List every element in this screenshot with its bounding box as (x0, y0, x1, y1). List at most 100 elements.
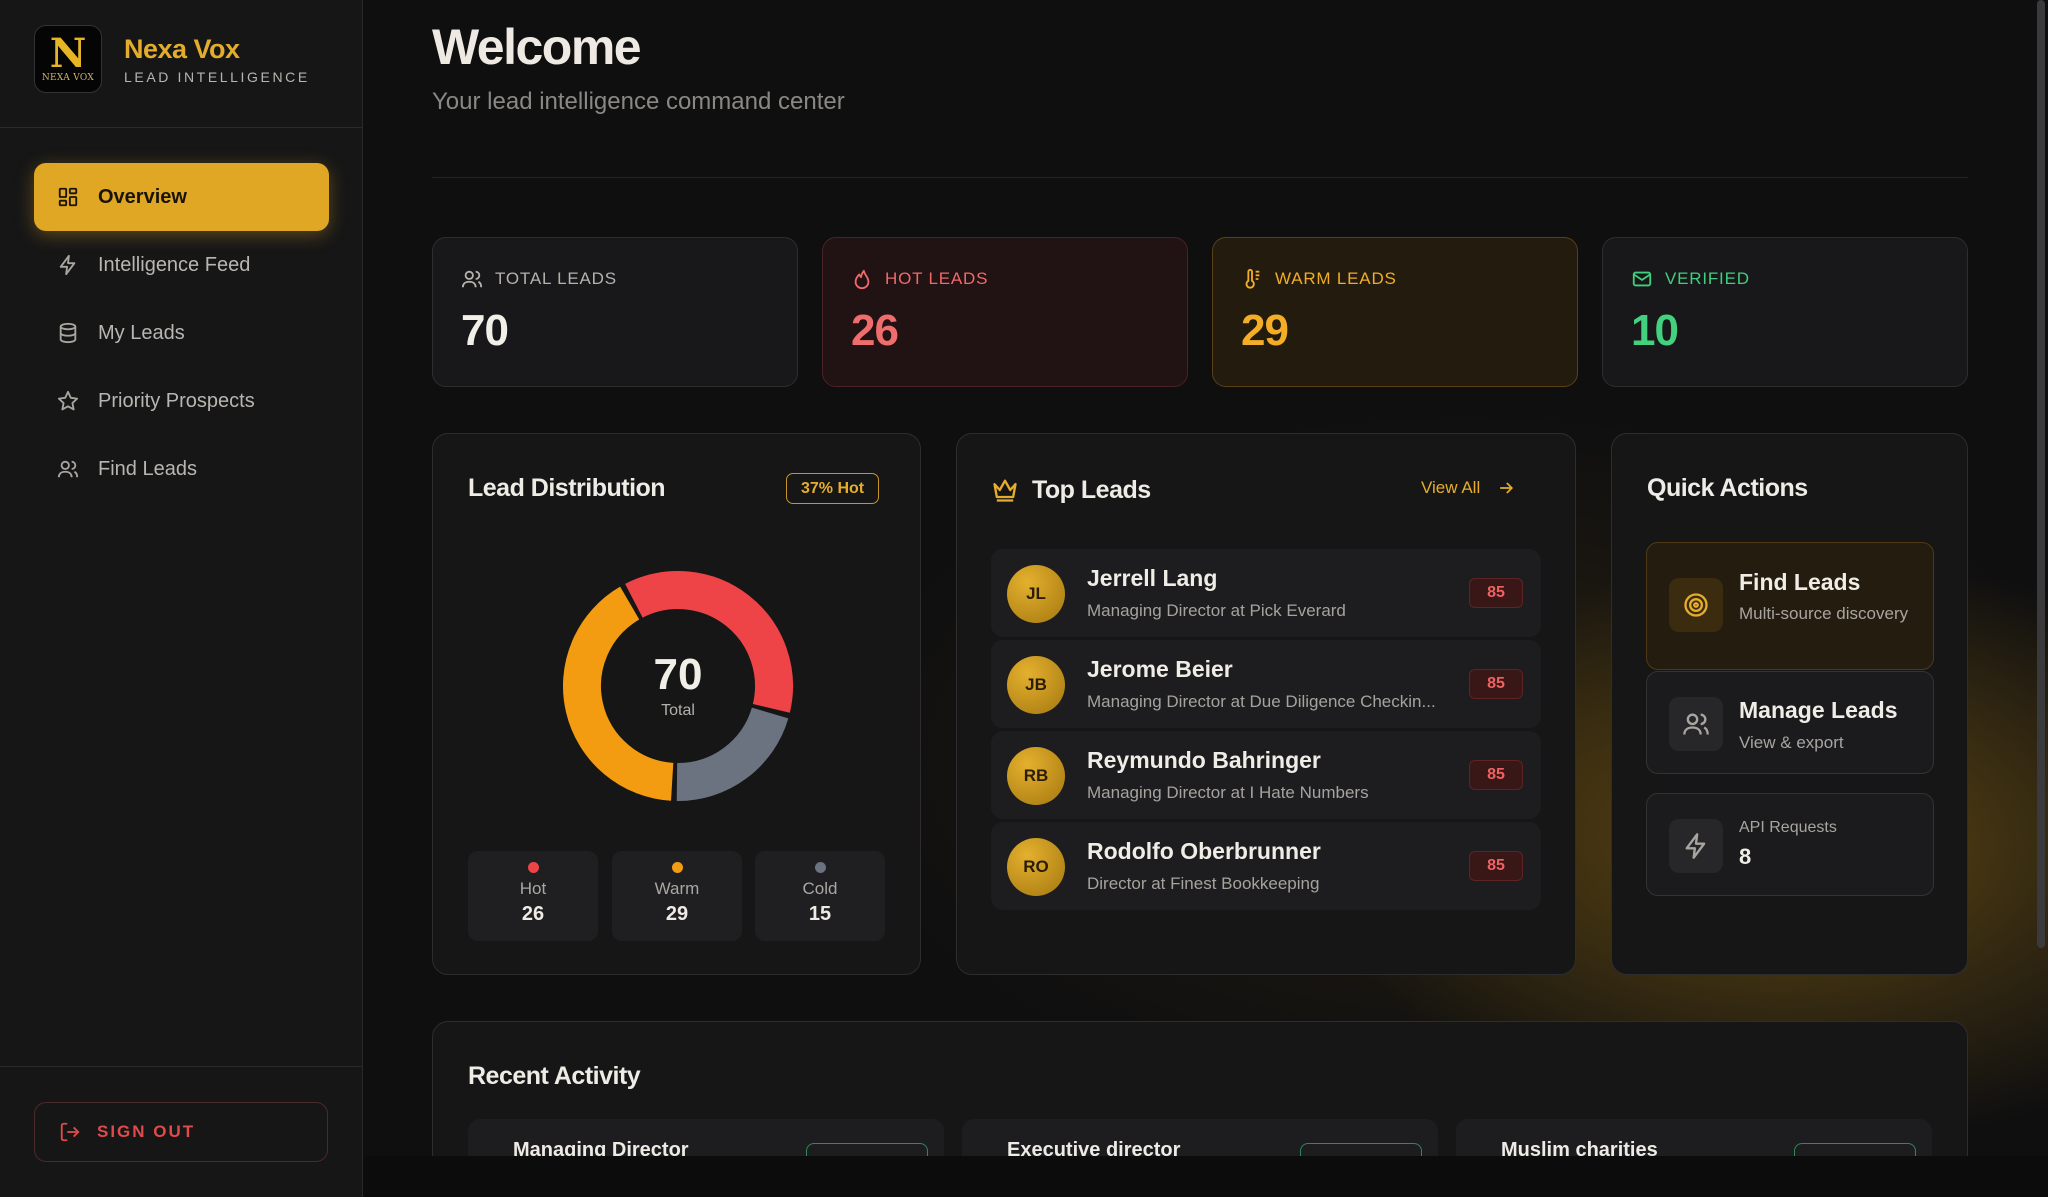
avatar: JB (1007, 656, 1065, 714)
sidebar: N NEXA VOX Nexa Vox LEAD INTELLIGENCE Ov… (0, 0, 363, 1197)
brand-subtitle: LEAD INTELLIGENCE (124, 68, 310, 85)
view-all-label: View All (1421, 478, 1481, 497)
action-title: Manage Leads (1739, 697, 1898, 723)
sidebar-item-label: Find Leads (98, 457, 197, 480)
lead-row[interactable]: RB Reymundo Bahringer Managing Director … (991, 731, 1541, 819)
users-icon (461, 270, 483, 288)
users-icon (56, 457, 80, 481)
find-leads-action[interactable]: Find Leads Multi-source discovery (1646, 542, 1934, 670)
card-title: Lead Distribution (468, 474, 666, 502)
avatar: RB (1007, 747, 1065, 805)
manage-leads-action[interactable]: Manage Leads View & export (1646, 671, 1934, 774)
stat-card-hot-leads: HOT LEADS 26 (822, 237, 1188, 387)
logout-icon (60, 1122, 80, 1142)
logo-small-text: NEXA VOX (41, 73, 95, 83)
flame-icon (854, 269, 870, 290)
legend-value: 15 (808, 903, 832, 925)
donut-total-label: Total (661, 702, 695, 719)
donut-center: 70 Total (558, 650, 798, 720)
stat-label: HOT LEADS (885, 269, 989, 288)
main-divider (432, 177, 1968, 178)
stat-label: WARM LEADS (1275, 269, 1397, 288)
quick-actions-card: Quick Actions Find Leads Multi-source di… (1611, 433, 1968, 975)
stat-label: VERIFIED (1665, 269, 1750, 288)
stat-value: 10 (1631, 306, 1679, 355)
hot-percentage-badge: 37% Hot (786, 473, 880, 504)
top-leads-card: Top Leads View All JL Jerrell Lang Manag… (956, 433, 1576, 975)
lead-distribution-card: Lead Distribution 37% Hot 70 Total Hot 2… (432, 433, 921, 975)
sidebar-nav: Overview Intelligence Feed My Leads Prio… (34, 163, 329, 503)
grid-icon (56, 185, 80, 209)
brand-name: Nexa Vox (124, 33, 240, 64)
lead-role: Managing Director at Pick Everard (1087, 601, 1346, 620)
stat-card-warm-leads: WARM LEADS 29 (1212, 237, 1578, 387)
lead-row[interactable]: JL Jerrell Lang Managing Director at Pic… (991, 549, 1541, 637)
brand[interactable]: N NEXA VOX Nexa Vox LEAD INTELLIGENCE (34, 25, 310, 93)
page-title: Welcome (432, 19, 642, 75)
legend-value: 29 (665, 903, 689, 925)
card-title: Quick Actions (1647, 474, 1808, 502)
lead-name: Jerrell Lang (1087, 565, 1218, 591)
sign-out-button[interactable]: SIGN OUT (34, 1102, 328, 1162)
sidebar-item-label: Intelligence Feed (98, 253, 251, 276)
sidebar-divider (0, 127, 363, 128)
legend-hot: Hot 26 (468, 851, 598, 941)
sidebar-item-label: My Leads (98, 321, 185, 344)
lead-row[interactable]: JB Jerome Beier Managing Director at Due… (991, 640, 1541, 728)
sidebar-item-label: Overview (98, 185, 187, 208)
legend-cold: Cold 15 (755, 851, 885, 941)
legend-dot (814, 862, 826, 873)
legend-dot (527, 862, 539, 873)
lead-name: Jerome Beier (1087, 656, 1233, 682)
stat-card-total-leads: TOTAL LEADS 70 (432, 237, 798, 387)
sidebar-item-priority-prospects[interactable]: Priority Prospects (34, 367, 329, 435)
target-icon (1669, 578, 1723, 632)
api-requests-value: 8 (1739, 844, 1752, 869)
legend-warm: Warm 29 (612, 851, 742, 941)
sidebar-item-find-leads[interactable]: Find Leads (34, 435, 329, 503)
users-icon (1669, 697, 1723, 751)
card-title: Top Leads (1032, 476, 1151, 504)
brand-logo: N NEXA VOX (34, 25, 102, 93)
thermometer-icon (1245, 268, 1260, 289)
page-subtitle: Your lead intelligence command center (432, 88, 845, 115)
sidebar-bottom-divider (0, 1066, 363, 1067)
card-title: Recent Activity (468, 1062, 641, 1090)
sidebar-item-my-leads[interactable]: My Leads (34, 299, 329, 367)
arrow-right-icon (1500, 482, 1514, 494)
crown-icon (993, 479, 1017, 502)
view-all-link[interactable]: View All (1421, 478, 1516, 498)
donut-segment-cold (676, 707, 789, 801)
api-requests-label: API Requests (1739, 819, 1837, 836)
lead-name: Rodolfo Oberbrunner (1087, 838, 1321, 864)
bottom-bar (363, 1156, 2048, 1197)
lead-row[interactable]: RO Rodolfo Oberbrunner Director at Fines… (991, 822, 1541, 910)
legend-value: 26 (521, 903, 545, 925)
lead-role: Director at Finest Bookkeeping (1087, 874, 1320, 893)
action-title: Find Leads (1739, 569, 1861, 595)
score-badge: 85 (1469, 851, 1523, 881)
bolt-icon (56, 253, 80, 277)
scrollbar[interactable] (2037, 0, 2045, 948)
action-subtitle: Multi-source discovery (1739, 604, 1909, 623)
lead-role: Managing Director at Due Diligence Check… (1087, 692, 1436, 711)
logo-letter: N (49, 30, 87, 77)
stat-value: 26 (851, 306, 899, 355)
api-requests-panel: API Requests 8 (1646, 793, 1934, 896)
sidebar-item-label: Priority Prospects (98, 389, 255, 412)
sidebar-item-intelligence-feed[interactable]: Intelligence Feed (34, 231, 329, 299)
donut-total: 70 (653, 650, 703, 699)
stat-card-verified: VERIFIED 10 (1602, 237, 1968, 387)
stat-value: 70 (461, 306, 509, 355)
lead-name: Reymundo Bahringer (1087, 747, 1321, 773)
stat-value: 29 (1241, 306, 1289, 355)
sidebar-item-overview[interactable]: Overview (34, 163, 329, 231)
mail-icon (1632, 271, 1652, 287)
legend-name: Hot (519, 879, 547, 898)
lead-role: Managing Director at I Hate Numbers (1087, 783, 1369, 802)
database-icon (56, 321, 80, 345)
sign-out-label: SIGN OUT (97, 1122, 196, 1141)
legend-dot (671, 862, 683, 873)
bolt-icon (1669, 819, 1723, 873)
score-badge: 85 (1469, 760, 1523, 790)
